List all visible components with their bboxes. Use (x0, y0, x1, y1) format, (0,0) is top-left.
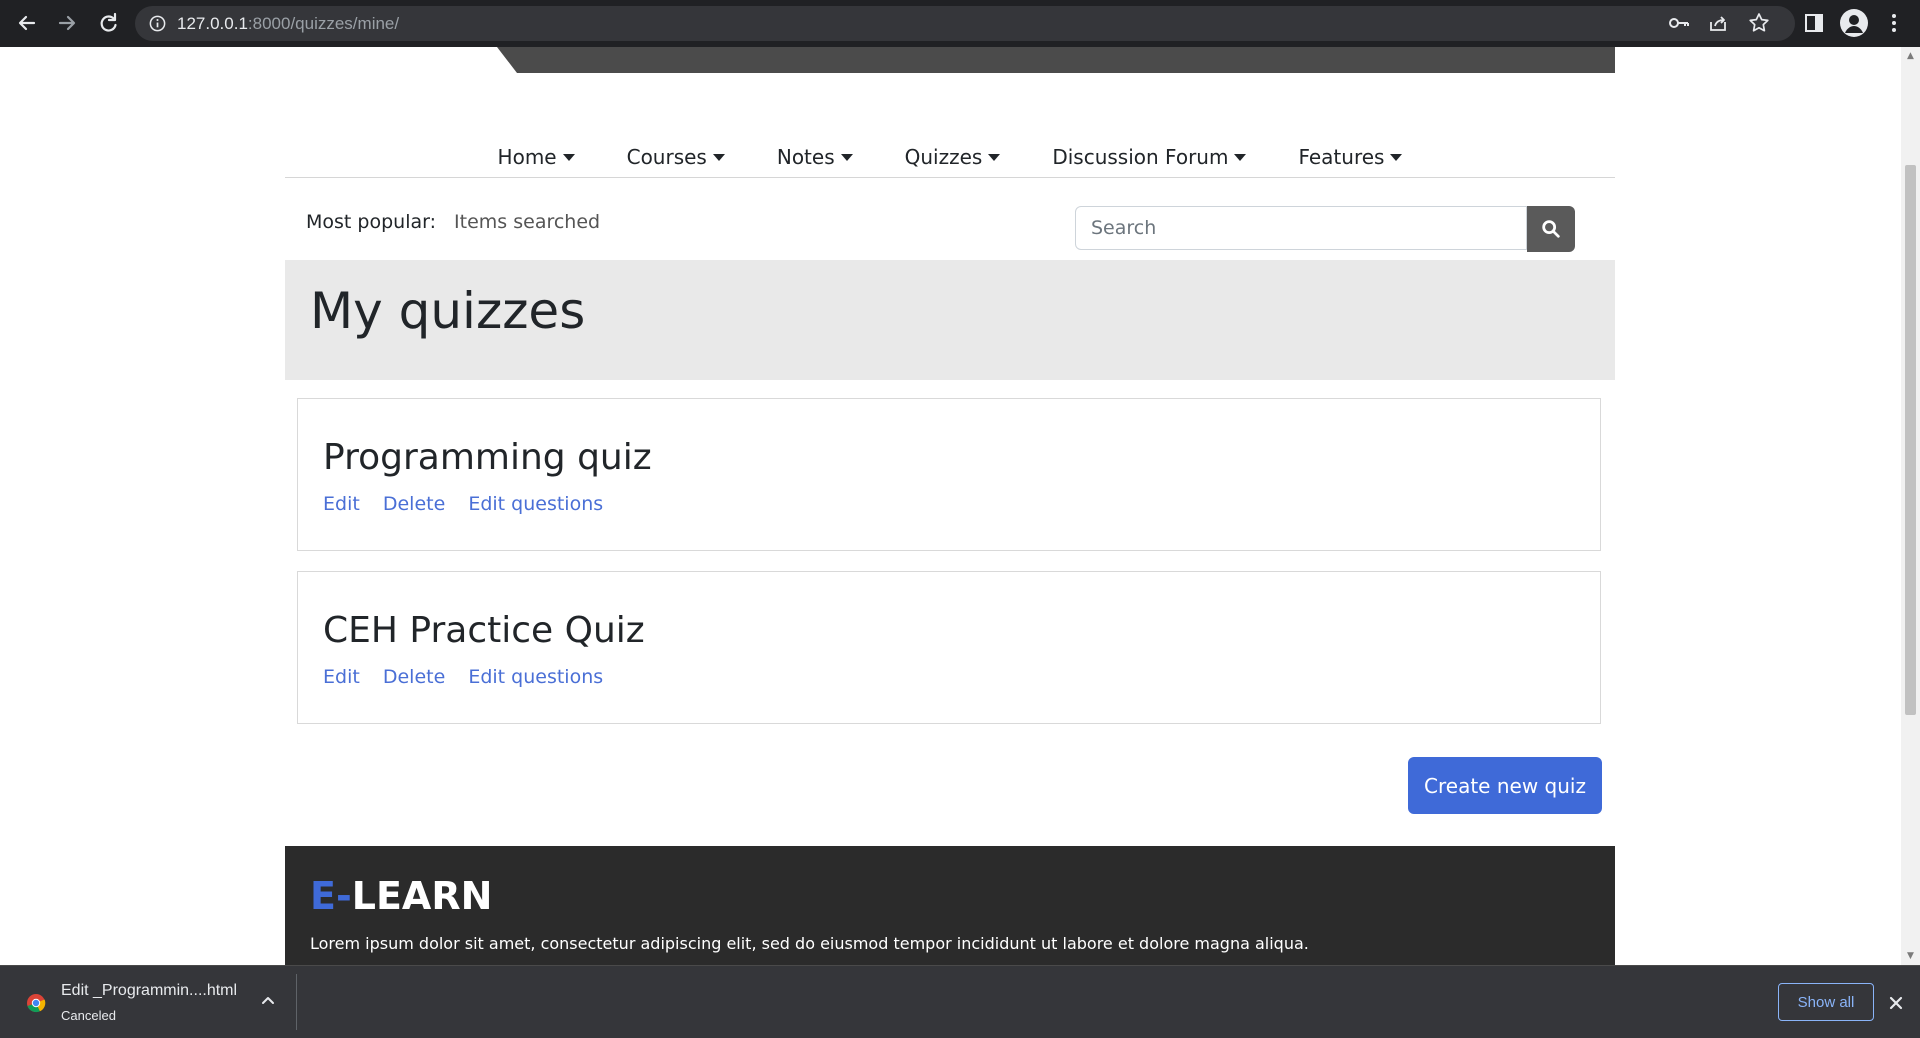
download-shelf: Edit _Programmin....html Canceled Show a… (0, 965, 1920, 1038)
page-header-band: My quizzes (285, 260, 1615, 380)
download-item[interactable]: Edit _Programmin....html Canceled (0, 966, 296, 1038)
forward-arrow-icon[interactable] (52, 8, 82, 38)
chevron-up-icon[interactable] (259, 992, 277, 1010)
download-status: Canceled (61, 1008, 116, 1023)
delete-quiz-link[interactable]: Delete (383, 666, 445, 688)
profile-avatar-icon[interactable] (1840, 9, 1868, 37)
most-popular-label: Most popular: (306, 211, 436, 233)
download-filename: Edit _Programmin....html (61, 982, 238, 999)
quiz-actions: Edit Delete Edit questions (323, 666, 620, 688)
url-host: 127.0.0.1 (177, 14, 248, 33)
search-group (1075, 206, 1575, 252)
browser-toolbar: 127.0.0.1:8000/quizzes/mine/ (0, 0, 1920, 47)
chrome-file-icon (26, 993, 46, 1013)
site-info-icon[interactable] (148, 14, 167, 33)
download-divider (296, 974, 297, 1030)
nav-features-label: Features (1298, 145, 1385, 169)
close-icon[interactable] (1886, 993, 1906, 1013)
main-navigation: Home Courses Notes Quizzes Discussion Fo… (285, 127, 1615, 187)
nav-home[interactable]: Home (472, 145, 601, 169)
nav-home-label: Home (497, 145, 557, 169)
quiz-title: CEH Practice Quiz (323, 610, 645, 651)
key-icon[interactable] (1667, 11, 1691, 35)
show-all-downloads-button[interactable]: Show all (1778, 983, 1874, 1021)
share-icon[interactable] (1706, 11, 1730, 35)
nav-quizzes[interactable]: Quizzes (879, 145, 1027, 169)
search-button[interactable] (1527, 206, 1575, 252)
back-arrow-icon[interactable] (12, 8, 42, 38)
top-banner (497, 47, 1615, 73)
nav-courses[interactable]: Courses (601, 145, 751, 169)
nav-courses-label: Courses (626, 145, 707, 169)
logo-accent: E- (310, 874, 352, 918)
quiz-actions: Edit Delete Edit questions (323, 493, 620, 515)
delete-quiz-link[interactable]: Delete (383, 493, 445, 515)
create-new-quiz-button[interactable]: Create new quiz (1408, 757, 1602, 814)
quiz-card: Programming quiz Edit Delete Edit questi… (297, 398, 1601, 551)
more-menu-icon[interactable] (1882, 11, 1906, 35)
page-title: My quizzes (310, 282, 586, 340)
site-footer: E-LEARN Lorem ipsum dolor sit amet, cons… (285, 846, 1615, 965)
nav-notes[interactable]: Notes (751, 145, 879, 169)
most-popular-row: Most popular: Items searched (306, 211, 600, 233)
page-scrollbar[interactable]: ▲ ▼ (1901, 47, 1920, 965)
reload-icon[interactable] (93, 8, 123, 38)
scroll-up-arrow-icon[interactable]: ▲ (1905, 51, 1916, 61)
footer-description: Lorem ipsum dolor sit amet, consectetur … (310, 934, 1309, 953)
edit-quiz-link[interactable]: Edit (323, 666, 360, 688)
caret-down-icon (1390, 153, 1403, 161)
caret-down-icon (562, 153, 575, 161)
nav-notes-label: Notes (776, 145, 835, 169)
caret-down-icon (840, 153, 853, 161)
nav-quizzes-label: Quizzes (904, 145, 983, 169)
search-input[interactable] (1075, 206, 1527, 250)
url-text: 127.0.0.1:8000/quizzes/mine/ (177, 14, 399, 34)
caret-down-icon (1234, 153, 1247, 161)
edit-questions-link[interactable]: Edit questions (468, 666, 603, 688)
quiz-card: CEH Practice Quiz Edit Delete Edit quest… (297, 571, 1601, 724)
nav-discussion-forum[interactable]: Discussion Forum (1026, 145, 1272, 169)
most-popular-value[interactable]: Items searched (454, 211, 600, 233)
edit-questions-link[interactable]: Edit questions (468, 493, 603, 515)
caret-down-icon (988, 153, 1001, 161)
footer-logo: E-LEARN (310, 874, 492, 918)
nav-discussion-forum-label: Discussion Forum (1052, 145, 1229, 169)
quiz-title: Programming quiz (323, 437, 652, 478)
edit-quiz-link[interactable]: Edit (323, 493, 360, 515)
logo-text: LEARN (351, 874, 493, 918)
address-bar[interactable]: 127.0.0.1:8000/quizzes/mine/ (135, 6, 1795, 41)
url-path: :8000/quizzes/mine/ (247, 14, 400, 33)
scrollbar-thumb[interactable] (1905, 165, 1916, 715)
page-viewport: Home Courses Notes Quizzes Discussion Fo… (0, 47, 1901, 965)
nav-divider (285, 177, 1615, 178)
side-panel-icon[interactable] (1802, 11, 1826, 35)
star-bookmark-icon[interactable] (1747, 11, 1771, 35)
nav-features[interactable]: Features (1272, 145, 1428, 169)
search-icon (1542, 220, 1560, 238)
caret-down-icon (712, 153, 725, 161)
scroll-down-arrow-icon[interactable]: ▼ (1905, 951, 1916, 961)
